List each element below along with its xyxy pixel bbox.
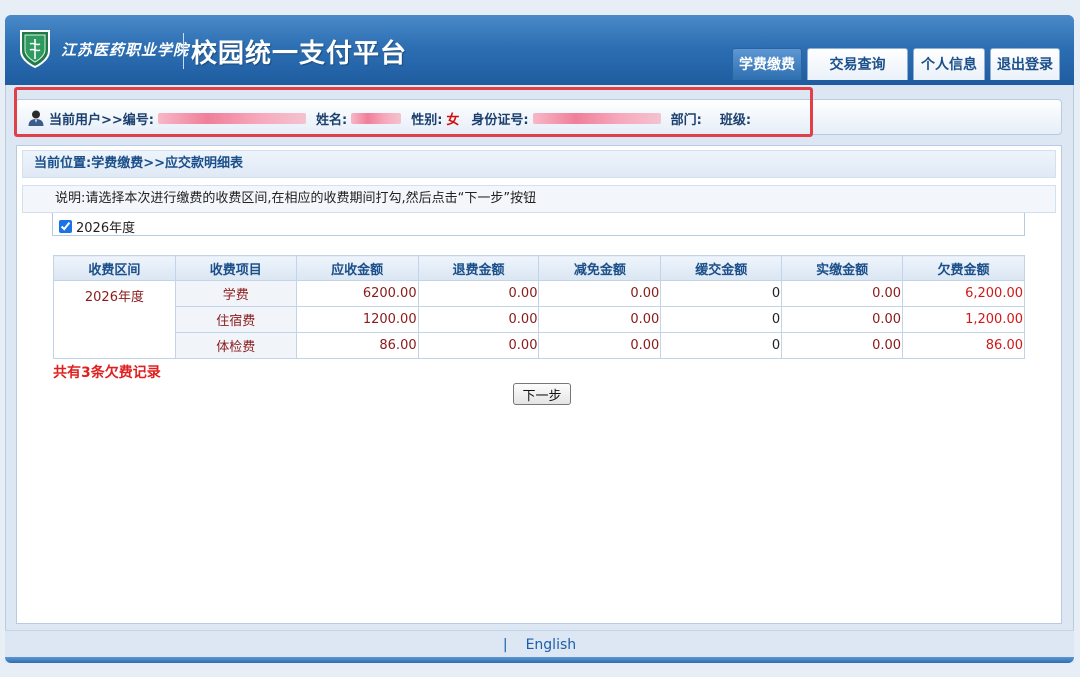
deferred-cell: 0 (660, 280, 783, 307)
period-option[interactable]: 2026年度 (59, 217, 135, 236)
table-row: 2026年度 学费 6200.00 0.00 0.00 0 0.00 6,200… (53, 280, 1025, 359)
fee-item-cell: 体检费 (174, 332, 297, 359)
refund-cell: 0.00 (417, 306, 540, 333)
column-header: 收费区间 (53, 255, 176, 281)
user-class-label: 班级: (719, 112, 752, 128)
fee-item-cell: 住宿费 (174, 306, 297, 333)
school-name: 江苏医药职业学院 (61, 41, 190, 59)
owed-cell: 6,200.00 (902, 280, 1025, 307)
instruction-notice: 说明:请选择本次进行缴费的收费区间,在相应的收费期间打勾,然后点击“下一步”按钮 (22, 185, 1056, 213)
paid-cell: 0.00 (781, 306, 904, 333)
receivable-cell: 1200.00 (295, 306, 419, 333)
footer-bar (5, 657, 1074, 663)
user-id-card-redacted (532, 112, 661, 124)
language-english-link[interactable]: English (526, 637, 577, 653)
breadcrumb: 当前位置:学费缴费>>应交款明细表 (22, 150, 1056, 178)
column-header: 实缴金额 (781, 255, 904, 281)
period-checkbox[interactable] (59, 220, 72, 233)
tab-transaction-query[interactable]: 交易查询 (807, 48, 908, 80)
user-name-label: 姓名: (315, 112, 348, 128)
column-header: 收费项目 (174, 255, 297, 281)
user-id-card-label: 身份证号: (471, 112, 529, 128)
table-row: 体检费 86.00 0.00 0.00 0 0.00 86.00 (54, 332, 1025, 359)
school-logo-icon (20, 30, 50, 69)
tab-logout[interactable]: 退出登录 (990, 48, 1060, 80)
paid-cell: 0.00 (781, 280, 904, 307)
table-header-row: 收费区间 收费项目 应收金额 退费金额 减免金额 缓交金额 实缴金额 欠费金额 (53, 255, 1025, 281)
user-info: 当前用户>>编号: 姓名: 性别: 女 身份证号: 部门: 班级: (27, 108, 751, 128)
owed-cell: 1,200.00 (902, 306, 1025, 333)
user-dept-label: 部门: (670, 112, 702, 128)
column-header: 退费金额 (417, 255, 540, 281)
footer-separator: | (502, 637, 508, 653)
tab-tuition-payment[interactable]: 学费缴费 (732, 48, 802, 80)
reduction-cell: 0.00 (538, 306, 662, 333)
deferred-cell: 0 (660, 332, 783, 359)
refund-cell: 0.00 (417, 332, 540, 359)
refund-cell: 0.00 (417, 280, 540, 307)
period-selector-box (52, 213, 1025, 236)
column-header: 欠费金额 (902, 255, 1025, 281)
column-header: 应收金额 (295, 255, 419, 281)
user-id-label: 当前用户>>编号: (49, 112, 154, 128)
column-header: 减免金额 (538, 255, 662, 281)
title-divider (183, 33, 184, 69)
platform-title: 校园统一支付平台 (191, 39, 408, 69)
user-gender-value: 女 (446, 112, 460, 128)
tab-personal-info[interactable]: 个人信息 (913, 48, 985, 80)
reduction-cell: 0.00 (538, 332, 662, 359)
fee-item-cell: 学费 (174, 280, 297, 307)
user-gender-label: 性别: (411, 112, 443, 128)
period-option-label: 2026年度 (76, 221, 136, 236)
user-name-redacted (351, 112, 402, 124)
table-row: 住宿费 1200.00 0.00 0.00 0 0.00 1,200.00 (54, 306, 1025, 333)
deferred-cell: 0 (660, 306, 783, 333)
period-cell: 2026年度 (53, 280, 176, 359)
owed-cell: 86.00 (902, 332, 1025, 359)
reduction-cell: 0.00 (538, 280, 662, 307)
column-header: 缓交金额 (660, 255, 783, 281)
receivable-cell: 86.00 (295, 332, 419, 359)
paid-cell: 0.00 (781, 332, 904, 359)
user-id-redacted (157, 112, 306, 124)
fee-detail-table: 收费区间 收费项目 应收金额 退费金额 减免金额 缓交金额 实缴金额 欠费金额 … (53, 255, 1025, 359)
user-icon (28, 110, 44, 126)
next-step-button[interactable]: 下一步 (513, 383, 571, 405)
arrears-count-message: 共有3条欠费记录 (53, 365, 161, 381)
receivable-cell: 6200.00 (295, 280, 419, 307)
